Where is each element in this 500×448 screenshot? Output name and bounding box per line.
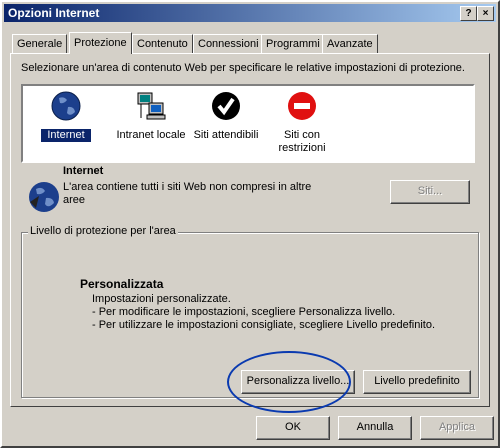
- security-level-title: Personalizzata: [80, 277, 164, 291]
- selected-zone-globe-icon: [29, 182, 59, 212]
- description-line: Impostazioni personalizzate.: [92, 293, 231, 305]
- zone-restricted[interactable]: Siti con restrizioni: [267, 90, 337, 155]
- zone-label: Internet: [40, 128, 92, 143]
- ok-button[interactable]: OK: [256, 416, 330, 440]
- security-tab-panel: Selezionare un'area di contenuto Web per…: [10, 53, 490, 407]
- zone-internet[interactable]: Internet: [40, 90, 92, 143]
- apply-button[interactable]: Applica: [420, 416, 494, 440]
- tab-contenuto[interactable]: Contenuto: [132, 34, 193, 53]
- tab-connessioni[interactable]: Connessioni: [193, 34, 264, 53]
- help-button[interactable]: ?: [460, 6, 477, 21]
- zone-label: Siti con restrizioni: [278, 129, 326, 154]
- cancel-button[interactable]: Annulla: [338, 416, 412, 440]
- group-label: Livello di protezione per l'area: [28, 225, 178, 237]
- close-button[interactable]: ×: [477, 6, 494, 21]
- default-level-button[interactable]: Livello predefinito: [363, 370, 471, 394]
- network-computer-icon: [137, 92, 166, 120]
- restricted-icon: [288, 92, 316, 120]
- checkmark-icon: [212, 92, 240, 120]
- tab-programmi[interactable]: Programmi: [261, 34, 325, 53]
- window-title: Opzioni Internet: [8, 6, 100, 20]
- zone-trusted[interactable]: Siti attendibili: [191, 90, 261, 142]
- title-bar[interactable]: Opzioni Internet ? ×: [4, 4, 496, 22]
- tab-generale[interactable]: Generale: [12, 34, 68, 53]
- zone-intranet[interactable]: Intranet locale: [111, 90, 191, 142]
- zone-label: Siti attendibili: [193, 129, 259, 141]
- zone-list: Internet Intranet locale Siti attendibil…: [21, 84, 475, 163]
- description-line: - Per utilizzare le impostazioni consigl…: [92, 319, 435, 331]
- zone-info-description: L'area contiene tutti i siti Web non com…: [63, 181, 312, 206]
- tab-avanzate[interactable]: Avanzate: [322, 34, 378, 53]
- intro-text: Selezionare un'area di contenuto Web per…: [21, 62, 465, 74]
- internet-options-window: Opzioni Internet ? × Generale Protezione…: [0, 0, 500, 448]
- globe-icon: [51, 91, 81, 121]
- tab-protezione[interactable]: Protezione: [69, 32, 132, 54]
- zone-label: Intranet locale: [116, 129, 186, 141]
- security-level-description: Impostazioni personalizzate. - Per modif…: [92, 293, 435, 332]
- zone-info-title: Internet: [63, 165, 104, 177]
- description-line: - Per modificare le impostazioni, scegli…: [92, 306, 396, 318]
- sites-button[interactable]: Siti...: [390, 180, 470, 204]
- highlight-oval: [227, 351, 351, 413]
